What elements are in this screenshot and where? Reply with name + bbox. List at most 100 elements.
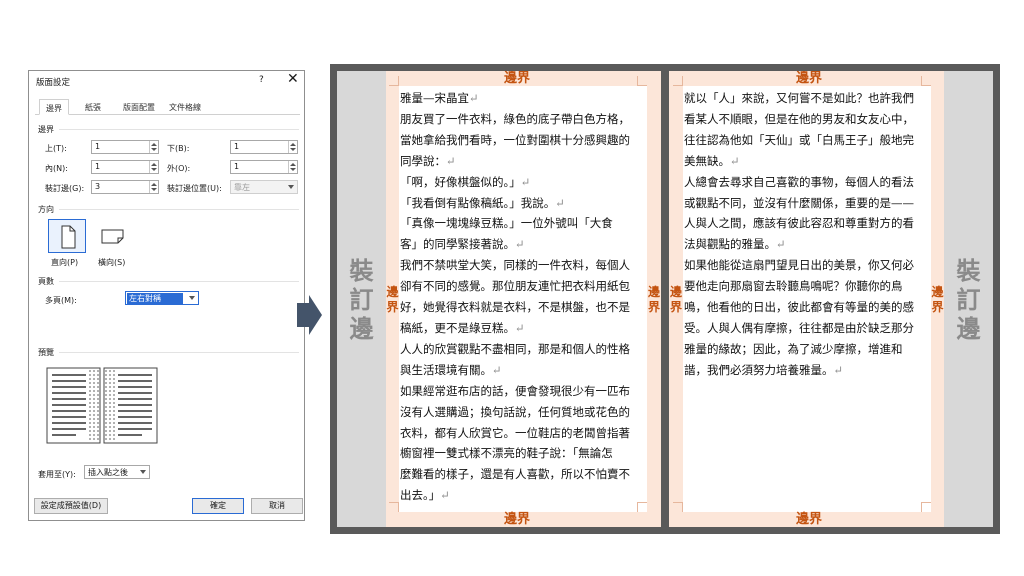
section-divider: [59, 129, 299, 130]
paragraph-mark-icon: ↵: [469, 91, 479, 105]
portrait-label: 直向(P): [51, 258, 79, 267]
crop-mark: [637, 76, 647, 86]
section-divider: [59, 352, 299, 353]
crop-mark: [673, 76, 683, 86]
text-line: 衣料，都有人欣賞它。一位鞋店的老闆曾指著: [400, 425, 630, 440]
outer-margin-value: 1: [234, 162, 240, 171]
text-line: 人人的欣賞觀點不盡相同，那是和個人的性格: [400, 341, 630, 356]
inner-margin-input[interactable]: 1: [91, 160, 159, 174]
set-as-default-button[interactable]: 設定成預設值(D): [34, 498, 108, 514]
text-line: 如果經常逛布店的話，便會發現很少有一匹布: [400, 383, 630, 398]
spinner-arrows[interactable]: [288, 161, 297, 173]
spinner-arrows[interactable]: [288, 141, 297, 153]
gutter-position-select: 靠左: [230, 180, 298, 194]
text-line: 沒有人選購過；換句話說，任何質地或花色的: [400, 404, 630, 419]
inner-margin-label: 內(N):: [45, 164, 68, 173]
apply-to-label: 套用至(Y):: [38, 470, 76, 479]
portrait-icon: [61, 225, 76, 249]
tab-paper[interactable]: 紙張: [79, 99, 107, 115]
multiple-pages-select[interactable]: 左右對稱: [125, 291, 199, 305]
help-button[interactable]: ?: [259, 75, 264, 85]
section-divider: [59, 281, 299, 282]
text-line: 美無缺。↵: [684, 153, 740, 168]
gutter-label: 裝訂邊: [956, 257, 981, 343]
landscape-option[interactable]: [94, 219, 132, 253]
text-line: 好，她覺得衣料就是衣料，不是棋盤，也不是: [400, 300, 630, 315]
paragraph-mark-icon: ↵: [446, 153, 456, 168]
top-margin-label: 上(T):: [45, 144, 67, 153]
text-line: 當她拿給我們看時，一位對圍棋十分感興趣的: [400, 132, 630, 147]
margins-section-title: 邊界: [38, 125, 54, 134]
tab-margins[interactable]: 邊界: [39, 99, 69, 115]
text-line: 雅量—宋晶宜↵: [400, 91, 479, 105]
text-line: 「我看倒有點像稿紙。」我說。↵: [400, 195, 565, 210]
right-page-body-text: 就以「人」來說，又何嘗不是如此？也許我們 看某人不順眼，但是在他的男友和女友心中，…: [684, 88, 930, 381]
bottom-margin-value: 1: [234, 142, 240, 151]
text-line: 朋友買了一件衣料，綠色的底子帶白色方格，: [400, 111, 630, 126]
tab-layout[interactable]: 版面配置: [117, 99, 161, 115]
inner-margin-label: 邊界: [931, 285, 944, 314]
text-line: 雅量的緣故；因此，為了減少摩擦，增進和: [684, 341, 903, 356]
page-setup-dialog: 版面設定 ? ✕ 邊界 紙張 版面配置 文件格線 邊界 上(T): 1 下(B)…: [28, 70, 305, 521]
two-page-spread-illustration: 裝訂邊 邊界 邊界 邊界 邊界 雅量—宋晶宜↵ 朋友買了一件衣料，綠色的底子帶白色…: [330, 64, 1000, 534]
bottom-margin-label: 下(B):: [167, 144, 190, 153]
paragraph-mark-icon: ↵: [555, 195, 565, 210]
apply-to-value: 插入點之後: [88, 468, 128, 477]
bottom-margin-label: 邊界: [503, 512, 530, 527]
inner-margin-value: 1: [95, 162, 101, 171]
spinner-arrows[interactable]: [149, 141, 158, 153]
text-line: 與生活環境有關。↵: [400, 362, 502, 377]
ok-button[interactable]: 確定: [192, 498, 244, 514]
landscape-icon: [101, 229, 124, 244]
dialog-title: 版面設定: [36, 78, 71, 88]
left-page: 裝訂邊 邊界 邊界 邊界 邊界 雅量—宋晶宜↵ 朋友買了一件衣料，綠色的底子帶白色…: [337, 71, 661, 527]
apply-to-select[interactable]: 插入點之後: [84, 465, 150, 479]
paragraph-mark-icon: ↵: [520, 174, 531, 189]
paragraph-mark-icon: ↵: [730, 153, 740, 168]
text-line: 法與觀點的雅量。↵: [684, 237, 786, 252]
gutter-label: 裝訂邊(G):: [45, 184, 85, 193]
gutter-value: 3: [95, 182, 101, 191]
crop-mark: [921, 76, 931, 86]
crop-mark: [673, 502, 683, 512]
close-icon[interactable]: ✕: [287, 72, 299, 86]
text-line: 就以「人」來說，又何嘗不是如此？也許我們: [684, 91, 914, 105]
chevron-down-icon: [189, 296, 195, 300]
gutter-position-label: 裝訂邊位置(U):: [167, 184, 222, 193]
text-line: 要他走向那扇窗去聆聽鳥鳴呢？你聽你的鳥: [684, 279, 903, 294]
inner-margin-label: 邊界: [386, 285, 399, 314]
text-line: 出去。」↵: [400, 488, 450, 503]
right-arrow-icon: [297, 295, 322, 335]
tab-strip: 邊界 紙張 版面配置 文件格線: [35, 99, 300, 115]
text-line: 人總會去尋求自己喜歡的事物，每個人的看法: [684, 174, 914, 189]
outer-margin-label: 邊界: [669, 285, 682, 314]
outer-margin-label: 邊界: [647, 285, 660, 314]
cancel-button[interactable]: 取消: [251, 498, 303, 514]
paragraph-mark-icon: ↵: [515, 320, 525, 335]
bottom-margin-input[interactable]: 1: [230, 140, 298, 154]
paragraph-mark-icon: ↵: [515, 237, 525, 252]
orientation-section-title: 方向: [38, 205, 54, 214]
gutter-position-value: 靠左: [234, 183, 250, 192]
spinner-arrows[interactable]: [149, 181, 158, 193]
pages-section-title: 頁數: [38, 277, 54, 286]
gutter-label: 裝訂邊: [349, 257, 374, 343]
text-line: 諧，我們必須努力培養雅量。↵: [684, 362, 844, 377]
preview-section-title: 預覽: [38, 348, 54, 357]
paragraph-mark-icon: ↵: [776, 237, 786, 252]
portrait-option[interactable]: [48, 219, 86, 253]
text-line: 客」的同學緊接著說。↵: [400, 237, 525, 252]
section-divider: [59, 209, 299, 210]
text-line: 往往認為他如「天仙」或「白馬王子」般地完: [684, 132, 914, 147]
text-line: 稿紙，更不是綠豆糕。↵: [400, 320, 525, 335]
spinner-arrows[interactable]: [149, 161, 158, 173]
left-page-body-text: 雅量—宋晶宜↵ 朋友買了一件衣料，綠色的底子帶白色方格， 當她拿給我們看時，一位對圍…: [400, 88, 646, 506]
gutter-input[interactable]: 3: [91, 180, 159, 194]
paragraph-mark-icon: ↵: [440, 488, 450, 503]
text-line: 同學說：↵: [400, 153, 456, 168]
tab-document-grid[interactable]: 文件格線: [163, 99, 207, 115]
text-line: 櫥窗裡一雙式樣不漂亮的鞋子說：「無論怎: [400, 446, 613, 461]
top-margin-input[interactable]: 1: [91, 140, 159, 154]
outer-margin-input[interactable]: 1: [230, 160, 298, 174]
chevron-down-icon: [288, 185, 294, 189]
